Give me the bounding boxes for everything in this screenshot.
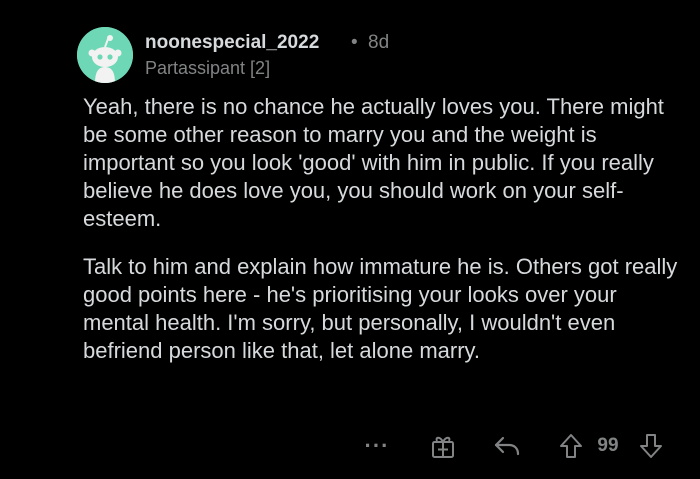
avatar[interactable]: [77, 27, 133, 83]
comment-actions: ··· 99: [360, 428, 680, 464]
vote-score: 99: [597, 435, 619, 456]
username[interactable]: noonespecial_2022: [145, 32, 319, 54]
downvote-button[interactable]: [636, 428, 666, 464]
more-options-icon: ···: [364, 433, 390, 458]
upvote-button[interactable]: [556, 428, 586, 464]
comment-body: Yeah, there is no chance he actually lov…: [83, 93, 683, 385]
meta-separator: •: [351, 32, 358, 53]
more-options-button[interactable]: ···: [360, 428, 394, 464]
timestamp: 8d: [368, 32, 390, 53]
reply-button[interactable]: [490, 428, 524, 464]
downvote-icon: [640, 434, 662, 458]
award-button[interactable]: [428, 428, 458, 464]
comment-paragraph-1: Yeah, there is no chance he actually lov…: [83, 94, 664, 231]
user-flair: Partassipant [2]: [145, 58, 271, 78]
award-icon: [432, 436, 454, 458]
comment-paragraph-2: Talk to him and explain how immature he …: [83, 254, 678, 363]
upvote-icon: [560, 434, 582, 458]
comment: noonespecial_2022 • 8d Partassipant [2] …: [0, 0, 700, 479]
snoo-avatar-icon: [77, 27, 133, 83]
reply-icon: [494, 436, 520, 456]
